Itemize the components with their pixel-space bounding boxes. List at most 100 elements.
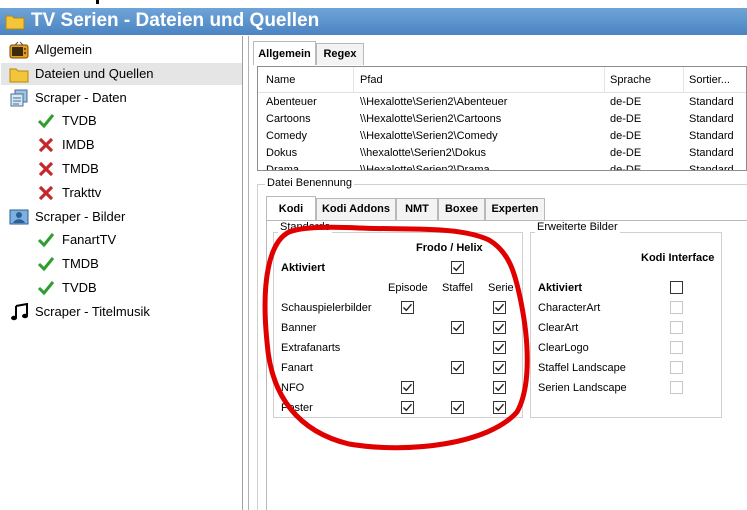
- cross-icon: [36, 136, 56, 154]
- standards-row-label: Schauspielerbilder: [281, 302, 372, 314]
- tree-item-label: Dateien und Quellen: [35, 65, 154, 81]
- table-cell: de-DE: [610, 96, 642, 108]
- standards-enabled-checkbox[interactable]: [451, 261, 464, 274]
- column-sort[interactable]: Sortier...: [689, 74, 730, 86]
- tree-item-tmdb[interactable]: TMDB: [1, 253, 242, 275]
- tree-item-fanarttv[interactable]: FanartTV: [1, 229, 242, 251]
- table-row[interactable]: Drama \\Hexalotte\Serien2\Drama de-DE Stand…: [258, 162, 746, 171]
- check-icon: [36, 255, 56, 273]
- standards-checkbox-serie[interactable]: [493, 361, 506, 374]
- tab-kodi-addons[interactable]: Kodi Addons: [316, 198, 396, 220]
- standards-row-label: Poster: [281, 402, 313, 414]
- table-cell: \\Hexalotte\Serien2\Drama: [360, 164, 490, 171]
- tab-kodi[interactable]: Kodi: [266, 196, 316, 220]
- column-name[interactable]: Name: [266, 74, 295, 86]
- extended-checkbox[interactable]: [670, 341, 683, 354]
- scraper-data-icon: [9, 89, 29, 107]
- table-row[interactable]: Dokus \\hexalotte\Serien2\Dokus de-DE Stand…: [258, 145, 746, 162]
- extended-images-title: Erweiterte Bilder: [535, 221, 620, 233]
- table-cell: Cartoons: [266, 113, 311, 125]
- extended-row-label: Staffel Landscape: [538, 362, 626, 374]
- tab-nmt[interactable]: NMT: [396, 198, 438, 220]
- tree-item-label: TVDB: [62, 113, 97, 129]
- standards-checkbox-staffel[interactable]: [451, 401, 464, 414]
- table-cell: Comedy: [266, 130, 307, 142]
- tree-item-label: FanartTV: [62, 232, 117, 248]
- top-tabs: Allgemein Regex: [253, 41, 373, 65]
- table-cell: Standard: [689, 130, 734, 142]
- table-cell: \\Hexalotte\Serien2\Cartoons: [360, 113, 502, 125]
- folder-icon: [5, 15, 25, 30]
- table-cell: Standard: [689, 113, 734, 125]
- tree-item-tvdb[interactable]: TVDB: [1, 277, 242, 299]
- extended-enabled-label: Aktiviert: [538, 282, 583, 294]
- standards-checkbox-serie[interactable]: [493, 401, 506, 414]
- tree-item-tvdb[interactable]: TVDB: [1, 110, 242, 132]
- tree-item-imdb[interactable]: IMDB: [1, 134, 242, 156]
- tree-item-trakttv[interactable]: Trakttv: [1, 182, 242, 204]
- tree-item-scraper-titelmusik[interactable]: Scraper - Titelmusik: [1, 301, 242, 323]
- table-row[interactable]: Abenteuer \\Hexalotte\Serien2\Abenteuer de…: [258, 94, 746, 111]
- table-cell: \\Hexalotte\Serien2\Comedy: [360, 130, 498, 142]
- tree-item-label: Trakttv: [62, 184, 102, 200]
- tree-item-label: Scraper - Daten: [35, 89, 127, 105]
- music-note-icon: [9, 302, 29, 321]
- folder-icon: [9, 65, 29, 83]
- tree-item-dateien-und-quellen[interactable]: Dateien und Quellen: [1, 62, 242, 85]
- list-header: Name Pfad Sprache Sortier...: [258, 67, 746, 93]
- scraper-images-icon: [9, 208, 29, 226]
- table-cell: \\hexalotte\Serien2\Dokus: [360, 147, 486, 159]
- table-cell: de-DE: [610, 130, 642, 142]
- table-cell: Standard: [689, 147, 734, 159]
- extended-row-label: ClearLogo: [538, 342, 589, 354]
- tab-experten[interactable]: Experten: [485, 198, 545, 220]
- table-cell: Standard: [689, 164, 734, 171]
- table-row[interactable]: Comedy \\Hexalotte\Serien2\Comedy de-DE Sta…: [258, 128, 746, 145]
- sources-list[interactable]: Name Pfad Sprache Sortier... Abenteuer \\…: [257, 66, 747, 171]
- table-cell: de-DE: [610, 113, 642, 125]
- standards-checkbox-serie[interactable]: [493, 381, 506, 394]
- extended-checkbox[interactable]: [670, 321, 683, 334]
- tree-item-label: TMDB: [62, 256, 99, 272]
- table-cell: de-DE: [610, 164, 642, 171]
- settings-tree[interactable]: Allgemein Dateien und Quellen Scraper - Da…: [0, 36, 243, 510]
- table-cell: de-DE: [610, 147, 642, 159]
- tv-icon: [9, 41, 29, 59]
- standards-checkbox-episode[interactable]: [401, 381, 414, 394]
- tab-regex[interactable]: Regex: [316, 43, 364, 65]
- tab-boxee[interactable]: Boxee: [438, 198, 485, 220]
- extended-checkbox[interactable]: [670, 361, 683, 374]
- tree-item-scraper-daten[interactable]: Scraper - Daten: [1, 87, 242, 109]
- standards-checkbox-episode[interactable]: [401, 401, 414, 414]
- tree-item-label: TMDB: [62, 161, 99, 176]
- standards-checkbox-serie[interactable]: [493, 321, 506, 334]
- tree-item-scraper-bilder[interactable]: Scraper - Bilder: [1, 206, 242, 228]
- tree-item-label: Scraper - Titelmusik: [35, 303, 150, 319]
- table-row[interactable]: Cartoons \\Hexalotte\Serien2\Cartoons de-D…: [258, 111, 746, 128]
- tree-item-label: TVDB: [62, 280, 97, 295]
- top-strip: [0, 0, 747, 8]
- standards-checkbox-serie[interactable]: [493, 341, 506, 354]
- extended-checkbox[interactable]: [670, 381, 683, 394]
- extended-enabled-checkbox[interactable]: [670, 281, 683, 294]
- check-icon: [36, 279, 56, 297]
- column-language[interactable]: Sprache: [610, 74, 651, 86]
- check-icon: [36, 112, 56, 130]
- standards-enabled-label: Aktiviert: [281, 262, 326, 274]
- standards-checkbox-serie[interactable]: [493, 301, 506, 314]
- standards-checkbox-episode[interactable]: [401, 301, 414, 314]
- table-cell: Abenteuer: [266, 96, 317, 108]
- table-cell: Dokus: [266, 147, 298, 159]
- extended-checkbox[interactable]: [670, 301, 683, 314]
- standards-checkbox-staffel[interactable]: [451, 321, 464, 334]
- table-cell: \\Hexalotte\Serien2\Abenteuer: [360, 96, 508, 108]
- extended-row-label: Serien Landscape: [538, 382, 627, 394]
- tree-item-allgemein[interactable]: Allgemein: [1, 39, 242, 61]
- standards-checkbox-staffel[interactable]: [451, 361, 464, 374]
- tab-allgemein[interactable]: Allgemein: [253, 41, 316, 65]
- tree-item-tmdb[interactable]: TMDB: [1, 158, 242, 180]
- frodo-helix-header: Frodo / Helix: [416, 242, 483, 254]
- col-staffel: Staffel: [442, 282, 473, 294]
- column-path[interactable]: Pfad: [360, 74, 383, 86]
- naming-tabs: Kodi Kodi Addons NMT Boxee Experten: [266, 196, 551, 220]
